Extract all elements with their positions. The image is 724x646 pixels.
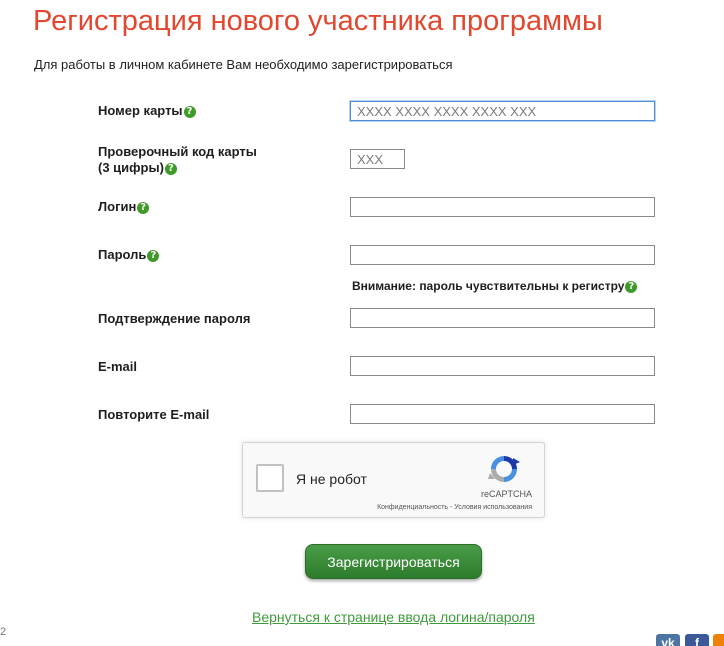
- card-number-label-text: Номер карты: [98, 103, 183, 118]
- recaptcha-widget: Я не робот reCAPTCHA Конфиденциальность …: [242, 442, 545, 518]
- recaptcha-label: Я не робот: [296, 471, 367, 487]
- password-case-note-text: Внимание: пароль чувствительны к регистр…: [352, 279, 625, 293]
- email-repeat-label: Повторите E-mail: [98, 407, 210, 422]
- password-case-note: Внимание: пароль чувствительны к регистр…: [352, 279, 638, 293]
- edge-mark: 2: [0, 626, 7, 638]
- card-number-input[interactable]: [350, 101, 655, 121]
- recaptcha-terms-link[interactable]: Конфиденциальность - Условия использован…: [377, 504, 532, 511]
- password-input[interactable]: [350, 245, 655, 265]
- page-subtitle: Для работы в личном кабинете Вам необход…: [34, 57, 453, 72]
- help-icon[interactable]: ?: [625, 281, 638, 293]
- password-confirm-input[interactable]: [350, 308, 655, 328]
- check-code-label-line1: Проверочный код карты: [98, 144, 257, 159]
- email-input[interactable]: [350, 356, 655, 376]
- recaptcha-logo-icon: [488, 456, 520, 482]
- facebook-icon[interactable]: f: [685, 634, 709, 646]
- password-label: Пароль?: [98, 247, 160, 263]
- check-code-label: Проверочный код карты (3 цифры)?: [98, 144, 257, 176]
- recaptcha-brand: reCAPTCHA: [480, 489, 532, 499]
- vk-icon[interactable]: vk: [656, 634, 680, 646]
- email-label: E-mail: [98, 359, 138, 374]
- help-icon[interactable]: ?: [137, 202, 150, 214]
- card-number-label: Номер карты?: [98, 103, 196, 119]
- login-input[interactable]: [350, 197, 655, 217]
- help-icon[interactable]: ?: [183, 106, 196, 118]
- email-repeat-input[interactable]: [350, 404, 655, 424]
- login-label-text: Логин: [98, 199, 137, 214]
- back-to-login-link[interactable]: Вернуться к странице ввода логина/пароля: [252, 609, 535, 625]
- page-title: Регистрация нового участника программы: [33, 5, 603, 37]
- password-confirm-label: Подтверждение пароля: [98, 311, 251, 326]
- login-label: Логин?: [98, 199, 150, 215]
- password-label-text: Пароль: [98, 247, 147, 262]
- register-button[interactable]: Зарегистрироваться: [305, 544, 482, 579]
- check-code-label-line2: (3 цифры): [98, 160, 164, 175]
- recaptcha-checkbox[interactable]: [256, 464, 284, 492]
- help-icon[interactable]: ?: [147, 250, 160, 262]
- odnoklassniki-icon[interactable]: [713, 634, 724, 646]
- check-code-input[interactable]: [350, 149, 405, 169]
- help-icon[interactable]: ?: [164, 163, 177, 175]
